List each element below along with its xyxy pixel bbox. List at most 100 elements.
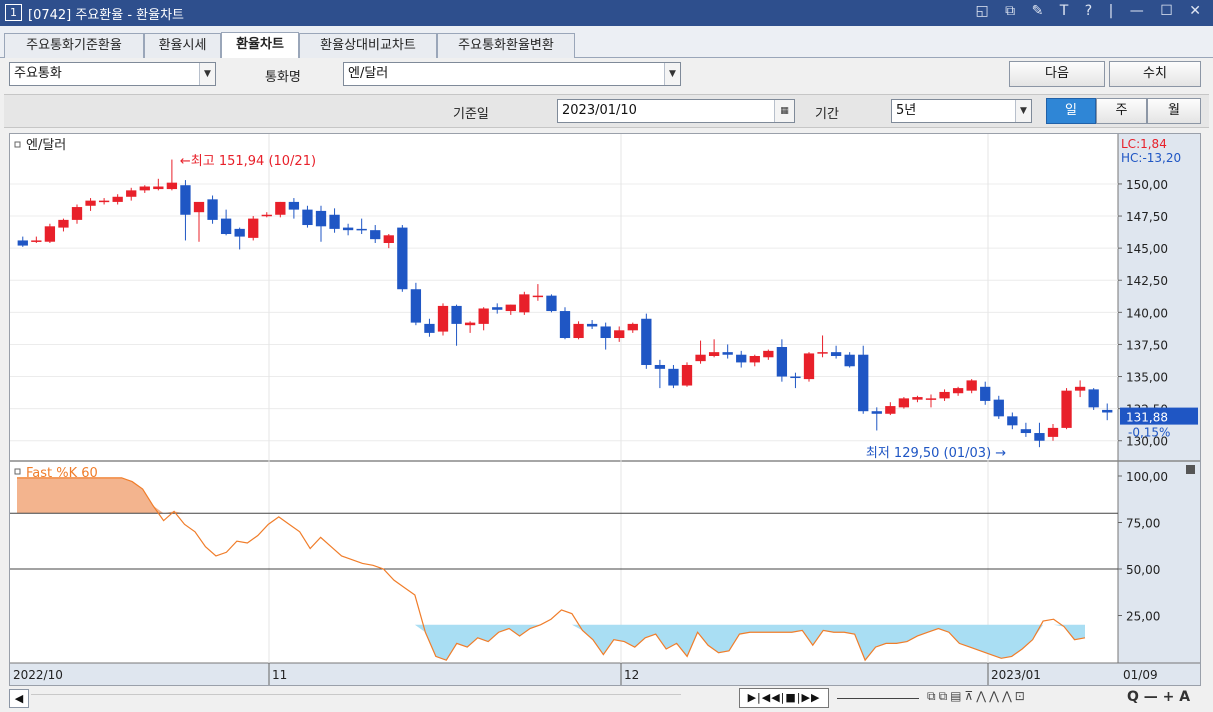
scrollbar-track[interactable]: [31, 694, 681, 704]
candle-body: [912, 397, 923, 400]
next-button[interactable]: 다음: [1009, 61, 1105, 87]
candle-body: [342, 227, 354, 231]
time-axis-label: 12: [624, 668, 639, 682]
candle-body: [952, 388, 964, 394]
price-tick-label: 140,00: [1126, 306, 1168, 320]
scroll-left-button[interactable]: ◀: [9, 689, 29, 708]
price-tick-label: 142,50: [1126, 274, 1168, 288]
playback-controls[interactable]: ▶|◀◀|■|▶▶: [739, 688, 829, 708]
tab-rate-chart[interactable]: 환율차트: [221, 32, 299, 58]
candle-body: [166, 182, 178, 190]
candle-body: [898, 398, 910, 408]
candle-body: [248, 218, 259, 238]
candle-body: [1047, 427, 1059, 437]
period-select[interactable]: 5년 ▼: [891, 99, 1032, 123]
tab-relative-chart[interactable]: 환율상대비교차트: [299, 33, 437, 58]
window-controls[interactable]: ◱ ⧉ ✎ T ? | — ☐ ✕: [975, 3, 1207, 19]
candle-body: [559, 311, 571, 339]
candle-body: [464, 322, 476, 326]
candle-body: [1061, 390, 1072, 428]
candle-body: [925, 398, 937, 400]
calendar-icon[interactable]: ▦: [774, 100, 794, 122]
candle-body: [410, 289, 422, 323]
candle-body: [695, 354, 706, 362]
price-tick-label: 135,00: [1126, 371, 1168, 385]
values-button[interactable]: 수치: [1109, 61, 1201, 87]
window-number-badge: 1: [5, 4, 22, 21]
candle-body: [126, 190, 137, 197]
drawing-tools-icon[interactable]: ⧉⧉▤⊼⋀⋀⋀⊡: [927, 689, 1107, 707]
candle-body: [614, 330, 625, 339]
base-date-input[interactable]: 2023/01/10 ▦: [557, 99, 795, 123]
chart-svg[interactable]: 150,00 147,50 145,00 142,50 140,00 137,50 135,…: [10, 134, 1200, 685]
oversold-fill: [17, 624, 1085, 661]
candle-body: [1034, 433, 1045, 441]
candle-body: [817, 352, 828, 354]
candle-body: [85, 200, 96, 206]
high-annotation: ←최고 151,94 (10/21): [180, 154, 316, 169]
day-button[interactable]: 일: [1046, 98, 1096, 124]
price-tick-label: 150,00: [1126, 178, 1168, 192]
candle-body: [600, 326, 611, 339]
tab-rate-converter[interactable]: 주요통화환율변환: [437, 33, 575, 58]
candle-body: [763, 350, 774, 358]
time-axis-label: 2022/10: [13, 668, 63, 682]
week-button[interactable]: 주: [1096, 98, 1147, 124]
candle-body: [220, 218, 232, 235]
candle-body: [830, 352, 842, 356]
candle-body: [1074, 386, 1086, 391]
candle-body: [790, 376, 801, 379]
candle-body: [370, 230, 381, 240]
candle-body: [519, 294, 530, 313]
zoom-slider[interactable]: [837, 698, 919, 699]
candle-body: [315, 210, 327, 227]
candle-body: [193, 201, 205, 213]
base-date-label: 기준일: [453, 107, 489, 122]
candle-body: [58, 219, 69, 228]
currency-select[interactable]: 엔/달러 ▼: [343, 62, 681, 86]
candle-body: [234, 228, 245, 237]
candle-body: [356, 228, 367, 231]
price-chart-title: 엔/달러: [26, 138, 66, 153]
candle-body: [844, 354, 855, 367]
bottom-toolbar: ◀ ▶|◀◀|■|▶▶ ⧉⧉▤⊼⋀⋀⋀⊡ Q — + A: [9, 687, 1211, 710]
candle-body: [397, 227, 408, 290]
chevron-down-icon[interactable]: ▼: [199, 63, 215, 85]
candle-body: [1088, 389, 1099, 408]
price-tick-label: 145,00: [1126, 242, 1168, 256]
currency-group-select[interactable]: 주요통화 ▼: [9, 62, 216, 86]
time-axis-label: 01/09: [1123, 668, 1158, 682]
zoom-controls[interactable]: Q — + A: [1127, 689, 1190, 705]
candle-body: [627, 323, 638, 331]
candle-body: [261, 214, 272, 217]
low-annotation: 최저 129,50 (01/03) →: [866, 446, 1006, 461]
candle-body: [451, 305, 462, 324]
candle-body: [139, 186, 150, 191]
candle-body: [803, 353, 815, 380]
currency-value: 엔/달러: [348, 66, 389, 81]
candle-body: [153, 186, 164, 190]
price-tick-label: 147,50: [1126, 210, 1168, 224]
candle-body: [776, 347, 788, 377]
stoch-tick-label: 25,00: [1126, 610, 1160, 624]
pane-close-icon: [1186, 465, 1195, 474]
series-marker-icon: [14, 141, 21, 148]
candle-body: [573, 323, 584, 339]
candle-body: [980, 386, 991, 401]
chart-area[interactable]: 150,00 147,50 145,00 142,50 140,00 137,50 135,…: [9, 133, 1201, 686]
period-label: 기간: [815, 107, 839, 122]
stoch-tick-label: 75,00: [1126, 517, 1160, 531]
chevron-down-icon[interactable]: ▼: [1015, 100, 1031, 122]
tab-rate-quotes[interactable]: 환율시세: [144, 33, 221, 58]
candle-body: [736, 354, 747, 363]
candle-body: [478, 308, 489, 324]
tab-major-rates[interactable]: 주요통화기준환율: [4, 33, 144, 58]
tab-bar: 주요통화기준환율 환율시세 환율차트 환율상대비교차트 주요통화환율변환: [0, 26, 1213, 58]
candle-body: [98, 200, 110, 203]
month-button[interactable]: 월: [1147, 98, 1201, 124]
chevron-down-icon[interactable]: ▼: [664, 63, 680, 85]
candle-body: [44, 226, 56, 242]
time-axis-label: 2023/01: [991, 668, 1041, 682]
candle-body: [546, 295, 557, 312]
period-value: 5년: [896, 103, 917, 118]
